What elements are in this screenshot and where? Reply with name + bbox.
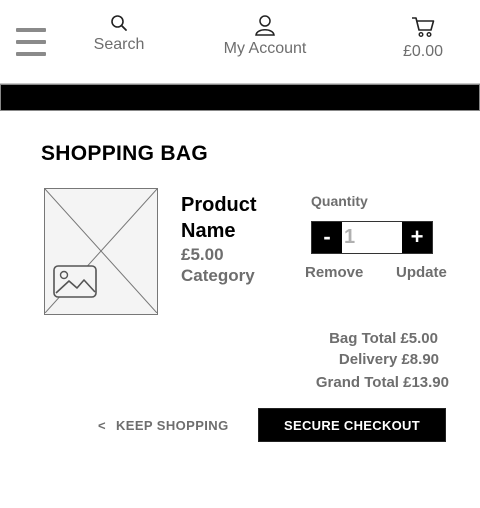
product-image[interactable] — [44, 188, 158, 315]
grand-total: Grand Total £13.90 — [315, 374, 449, 391]
quantity-stepper: - 1 + — [311, 221, 433, 254]
product-price: £5.00 — [181, 245, 224, 264]
update-button[interactable]: Update — [396, 264, 447, 281]
site-header: Search My Account £0.00 — [0, 0, 480, 84]
my-account-label: My Account — [223, 40, 307, 57]
secure-checkout-button[interactable]: SECURE CHECKOUT — [258, 408, 446, 442]
product-name[interactable]: Product Name — [181, 192, 281, 244]
my-account-nav-button[interactable]: My Account — [214, 14, 316, 58]
delivery-cost: Delivery £8.90 — [338, 351, 439, 368]
search-label: Search — [93, 36, 145, 53]
search-nav-button[interactable]: Search — [88, 14, 150, 54]
increase-quantity-button[interactable]: + — [402, 222, 432, 253]
quantity-label: Quantity — [311, 193, 368, 209]
chevron-left-icon: < — [98, 418, 106, 433]
page-title: SHOPPING BAG — [41, 142, 208, 165]
product-category: Category — [181, 266, 255, 285]
keep-shopping-label: KEEP SHOPPING — [116, 418, 229, 433]
image-placeholder-icon — [53, 265, 97, 298]
hamburger-icon[interactable] — [16, 28, 46, 58]
bag-total: Bag Total £5.00 — [329, 330, 438, 347]
user-icon — [255, 15, 275, 36]
search-icon — [111, 15, 127, 31]
banner-bar — [0, 84, 480, 111]
quantity-input[interactable]: 1 — [342, 222, 402, 253]
cart-total: £0.00 — [402, 43, 444, 60]
decrease-quantity-button[interactable]: - — [312, 222, 342, 253]
keep-shopping-link[interactable]: < KEEP SHOPPING — [98, 418, 229, 433]
cart-icon — [412, 17, 435, 38]
remove-button[interactable]: Remove — [305, 264, 363, 281]
cart-nav-button[interactable]: £0.00 — [396, 16, 450, 61]
